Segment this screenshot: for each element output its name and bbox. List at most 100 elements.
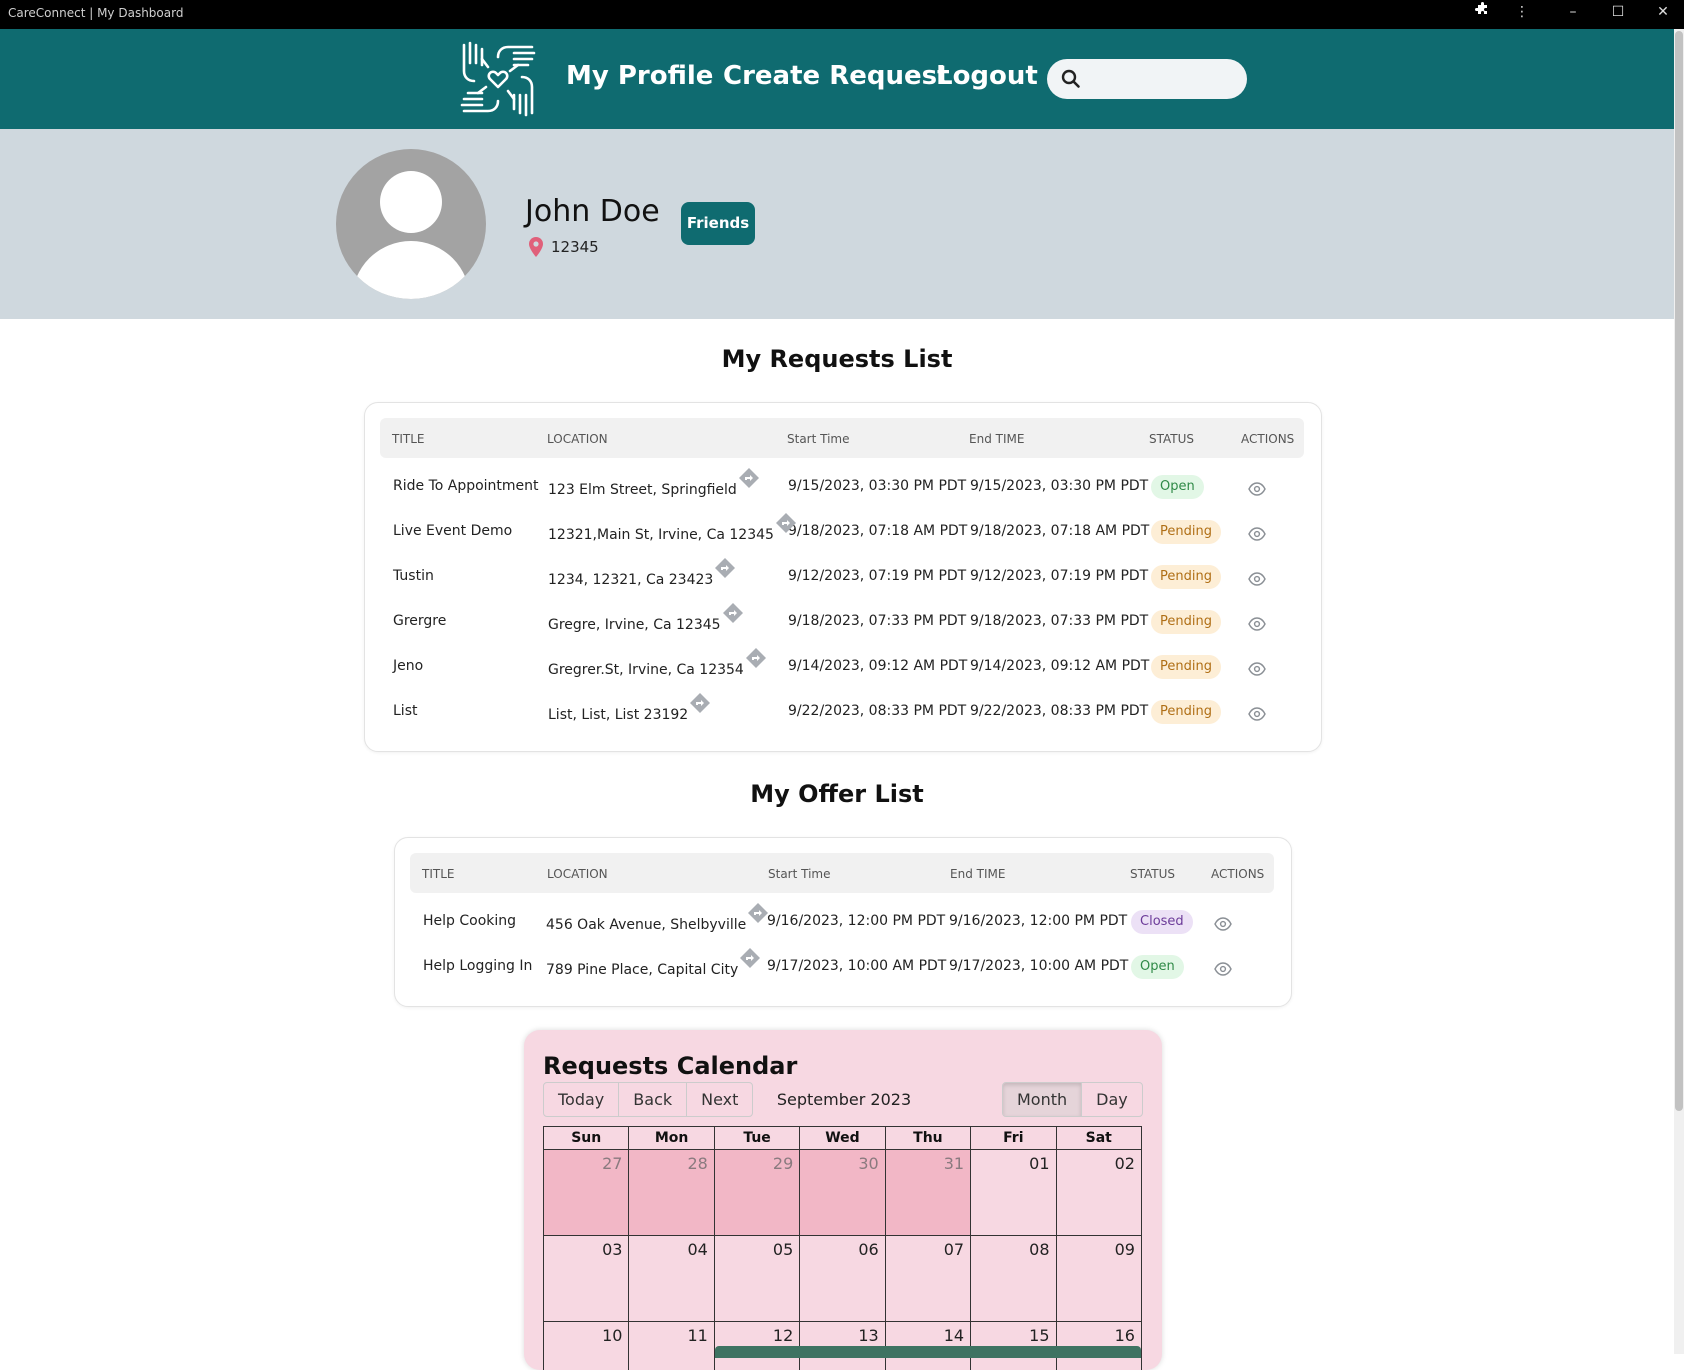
row-start-time: 9/17/2023, 10:00 AM PDT [767, 958, 947, 974]
calendar-date-number: 13 [858, 1326, 879, 1345]
calendar-day-cell[interactable]: 01 [971, 1150, 1057, 1235]
scrollbar-thumb[interactable] [1675, 31, 1683, 1111]
calendar-day-cell[interactable]: 30 [800, 1150, 886, 1235]
view-eye-icon[interactable] [1248, 661, 1266, 680]
page-scrollbar[interactable] [1674, 29, 1684, 1354]
weekday-mon: Mon [629, 1127, 715, 1149]
maximize-icon[interactable]: ☐ [1605, 0, 1631, 26]
calendar-day-cell[interactable]: 08 [971, 1236, 1057, 1321]
row-location: 1234, 12321, Ca 23423 [548, 572, 714, 588]
nav-my-profile[interactable]: My Profile [566, 61, 713, 91]
calendar-month-label: September 2023 [776, 1090, 912, 1109]
calendar-date-number: 14 [943, 1326, 965, 1345]
row-location: 123 Elm Street, Springfield [548, 482, 737, 498]
menu-kebab-icon[interactable]: ⋮ [1512, 0, 1532, 26]
direction-sign-icon[interactable] [715, 558, 735, 582]
calendar-day-cell[interactable]: 05 [715, 1236, 801, 1321]
calendar-date-number: 15 [1029, 1326, 1050, 1345]
window-title: CareConnect | My Dashboard [8, 6, 184, 20]
col-status: STATUS [1149, 432, 1195, 446]
calendar-date-number: 28 [687, 1154, 708, 1173]
status-badge: Pending [1151, 655, 1221, 679]
row-location: 456 Oak Avenue, Shelbyville [546, 917, 747, 933]
requests-table: TITLE LOCATION Start Time End TIME STATU… [364, 402, 1322, 752]
view-eye-icon[interactable] [1248, 526, 1266, 545]
offers-title: My Offer List [750, 780, 924, 808]
calendar-date-number: 08 [1029, 1240, 1050, 1259]
status-badge: Pending [1151, 610, 1221, 634]
direction-sign-icon[interactable] [739, 468, 759, 492]
direction-sign-icon[interactable] [723, 603, 743, 627]
view-eye-icon[interactable] [1248, 706, 1266, 725]
weekday-header: Sun Mon Tue Wed Thu Fri Sat [543, 1126, 1142, 1149]
calendar-day-cell[interactable]: 28 [629, 1150, 715, 1235]
col-location: LOCATION [547, 432, 608, 446]
row-location: Gregrer.St, Irvine, Ca 12354 [548, 662, 744, 678]
direction-sign-icon[interactable] [746, 648, 766, 672]
view-eye-icon[interactable] [1248, 481, 1266, 500]
calendar-day-cell[interactable]: 03 [544, 1236, 630, 1321]
weekday-wed: Wed [800, 1127, 886, 1149]
calendar-day-cell[interactable]: 10 [544, 1322, 630, 1370]
row-title: Live Event Demo [393, 523, 513, 539]
careconnect-logo[interactable] [456, 37, 540, 121]
calendar-day-cell[interactable]: 04 [629, 1236, 715, 1321]
direction-sign-icon[interactable] [776, 513, 796, 537]
calendar-date-number: 16 [1114, 1326, 1135, 1345]
direction-sign-icon[interactable] [740, 948, 760, 972]
row-title: Jeno [393, 658, 424, 674]
window-titlebar: CareConnect | My Dashboard ⋮ – ☐ ✕ [0, 0, 1684, 29]
friends-button[interactable]: Friends [681, 202, 755, 245]
calendar-today-button[interactable]: Today [544, 1083, 620, 1116]
row-start-time: 9/18/2023, 07:18 AM PDT [788, 523, 968, 539]
extensions-icon[interactable] [1472, 0, 1492, 26]
calendar-day-cell[interactable]: 02 [1057, 1150, 1141, 1235]
view-eye-icon[interactable] [1214, 961, 1232, 980]
view-eye-icon[interactable] [1248, 571, 1266, 590]
calendar-date-number: 12 [772, 1326, 794, 1345]
row-end-time: 9/16/2023, 12:00 PM PDT [949, 913, 1128, 929]
search-box[interactable] [1047, 59, 1247, 99]
calendar-day-button[interactable]: Day [1082, 1083, 1142, 1116]
weekday-sat: Sat [1085, 1130, 1112, 1146]
calendar-day-cell[interactable]: 07 [886, 1236, 972, 1321]
avatar [336, 149, 486, 299]
view-eye-icon[interactable] [1248, 616, 1266, 635]
calendar-date-number: 29 [772, 1154, 794, 1173]
minimize-icon[interactable]: – [1560, 0, 1586, 26]
calendar-next-button[interactable]: Next [687, 1083, 752, 1116]
calendar-day-cell[interactable]: 11 [629, 1322, 715, 1370]
calendar-day-cell[interactable]: 27 [544, 1150, 630, 1235]
status-badge: Pending [1151, 565, 1221, 589]
direction-sign-icon[interactable] [690, 693, 710, 717]
profile-header: John Doe 12345 Friends [0, 129, 1674, 319]
calendar-day-cell[interactable]: 31 [885, 1150, 972, 1235]
close-icon[interactable]: ✕ [1650, 0, 1676, 26]
row-title: List [393, 703, 418, 719]
status-badge: Pending [1151, 700, 1221, 724]
calendar-day-cell[interactable]: 06 [800, 1236, 886, 1321]
calendar-date-number: 05 [772, 1240, 794, 1259]
calendar-grid: Sun Mon Tue Wed Thu Fri Sat 27 28 29 30 31 01… [543, 1126, 1142, 1370]
search-input[interactable] [1089, 65, 1233, 93]
requests-title: My Requests List [721, 345, 953, 373]
calendar-week: 03 04 05 06 07 08 09 [543, 1235, 1142, 1321]
row-title: Ride To Appointment [393, 478, 539, 494]
calendar-day-cell[interactable]: 29 [714, 1150, 801, 1235]
row-start-time: 9/18/2023, 07:33 PM PDT [788, 613, 967, 629]
nav-create-request[interactable]: Create Request [723, 61, 950, 91]
calendar-back-button[interactable]: Back [619, 1083, 688, 1116]
offers-table: TITLE LOCATION Start Time End TIME STATU… [394, 837, 1292, 1007]
direction-sign-icon[interactable] [748, 903, 768, 927]
calendar-date-number: 31 [943, 1154, 965, 1173]
calendar-month-button[interactable]: Month [1003, 1083, 1083, 1116]
row-end-time: 9/15/2023, 03:30 PM PDT [970, 478, 1149, 494]
calendar-event-bar[interactable] [715, 1346, 1141, 1358]
calendar-date-number: 10 [602, 1326, 623, 1345]
table-header: TITLE LOCATION Start Time End TIME STATU… [380, 418, 1304, 458]
nav-logout[interactable]: Logout [936, 61, 1038, 91]
view-eye-icon[interactable] [1214, 916, 1232, 935]
row-location: 12321,Main St, Irvine, Ca 12345 [548, 527, 774, 543]
col-start-time: Start Time [768, 867, 831, 881]
calendar-day-cell[interactable]: 09 [1057, 1236, 1141, 1321]
